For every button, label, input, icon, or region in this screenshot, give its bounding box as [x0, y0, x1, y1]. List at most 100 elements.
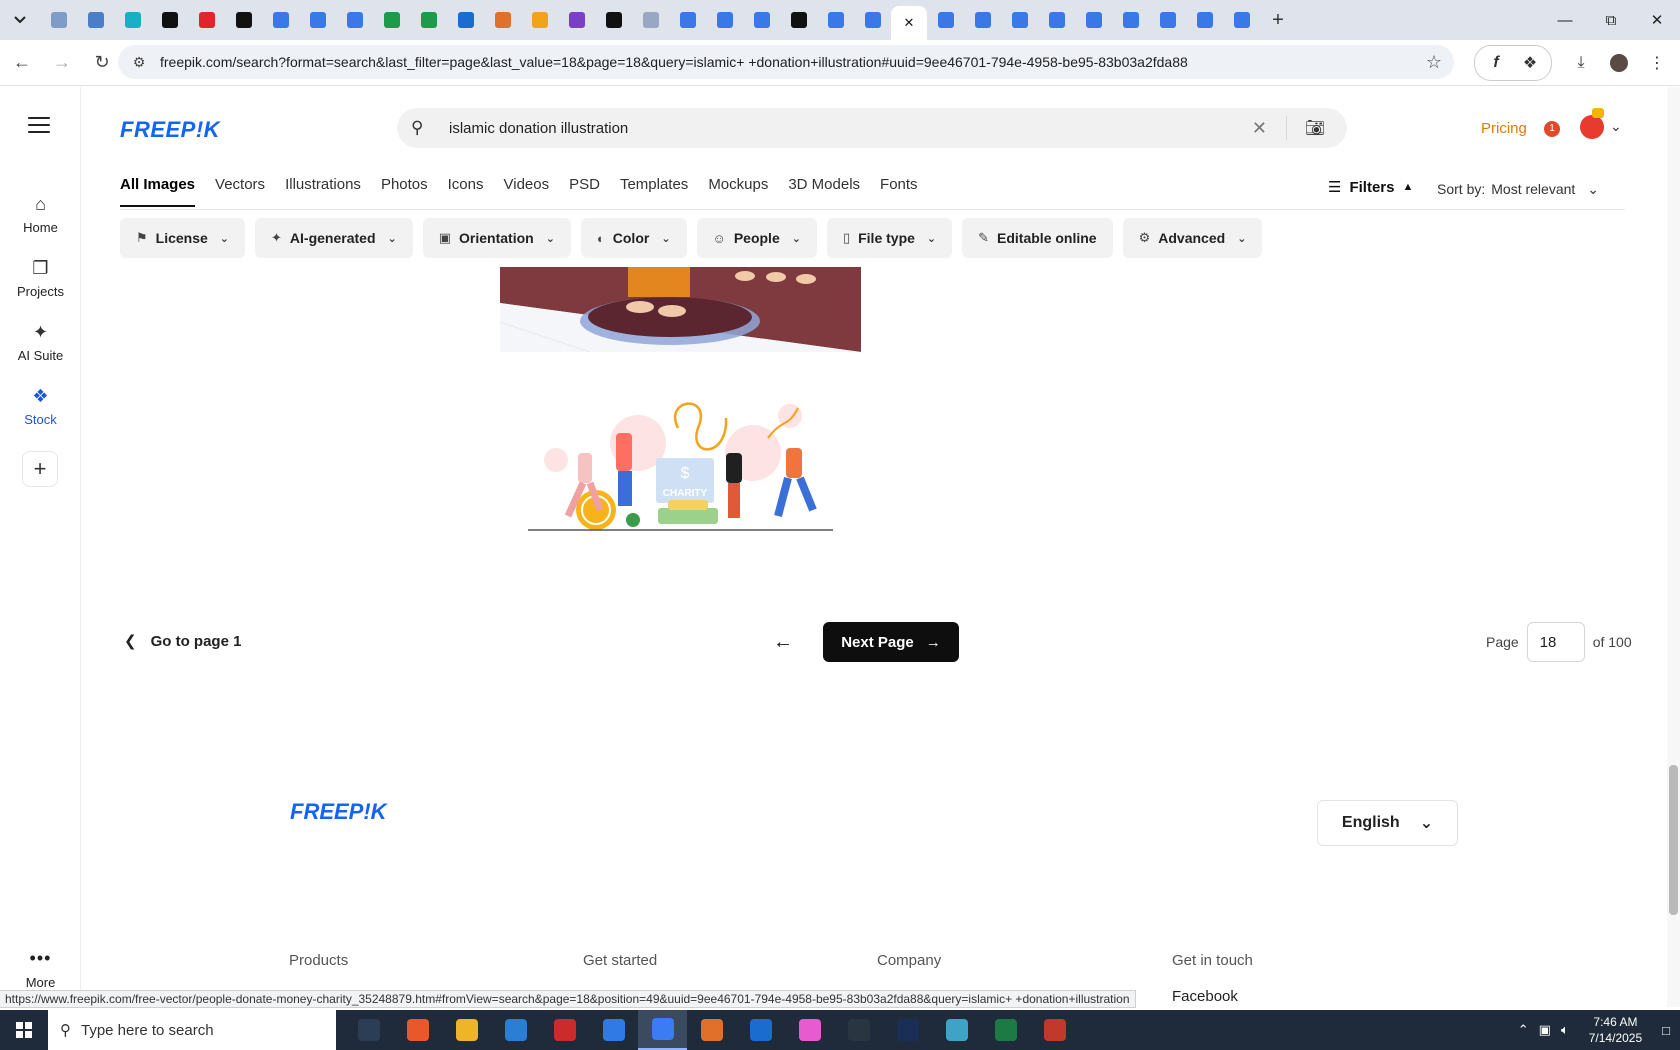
forward-icon[interactable]: →	[44, 45, 80, 81]
filter-chip-editable-online[interactable]: ✎ Editable online	[962, 218, 1113, 258]
sort-dropdown[interactable]: Sort by: Most relevant ⌄	[1437, 181, 1599, 198]
taskbar-app[interactable]	[981, 1010, 1030, 1050]
taskbar-app[interactable]	[785, 1010, 834, 1050]
rail-item-home[interactable]: ⌂ Home	[0, 194, 81, 235]
tab-psd[interactable]: PSD	[569, 176, 600, 207]
minimize-icon[interactable]: —	[1542, 0, 1588, 40]
browser-tab[interactable]	[632, 0, 669, 40]
browser-tab[interactable]	[743, 0, 780, 40]
network-icon[interactable]: ▣	[1539, 1022, 1551, 1038]
result-image-charity-donation[interactable]: $ CHARITY	[528, 398, 833, 538]
browser-tab[interactable]	[225, 0, 262, 40]
notification-badge[interactable]: 1	[1544, 121, 1560, 137]
taskbar-app[interactable]	[834, 1010, 883, 1050]
download-icon[interactable]: ⤓	[1564, 46, 1598, 80]
url-text[interactable]: freepik.com/search?format=search&last_fi…	[160, 54, 1188, 70]
filters-toggle-button[interactable]: ☰ Filters ▲	[1328, 178, 1413, 197]
close-tab-icon[interactable]: ✕	[904, 15, 915, 31]
tab-fonts[interactable]: Fonts	[880, 176, 918, 207]
tab-illustrations[interactable]: Illustrations	[285, 176, 361, 207]
tab-3d-models[interactable]: 3D Models	[788, 176, 860, 207]
search-input[interactable]: islamic donation illustration	[449, 120, 628, 137]
chevron-down-icon[interactable]: ⌄	[1610, 118, 1622, 135]
browser-tab[interactable]	[558, 0, 595, 40]
rail-more-button[interactable]: ••• More	[0, 948, 81, 990]
browser-tab[interactable]	[447, 0, 484, 40]
browser-tab[interactable]	[1112, 0, 1149, 40]
tab-videos[interactable]: Videos	[504, 176, 550, 207]
extension-f-icon[interactable]: f	[1479, 46, 1513, 80]
filter-chip-license[interactable]: ⚑ License ⌄	[120, 218, 246, 258]
taskbar-app[interactable]	[393, 1010, 442, 1050]
browser-tab[interactable]	[336, 0, 373, 40]
browser-tab[interactable]	[669, 0, 706, 40]
tab-templates[interactable]: Templates	[620, 176, 688, 207]
browser-tab[interactable]	[854, 0, 891, 40]
browser-tab[interactable]	[1186, 0, 1223, 40]
clear-search-icon[interactable]: ✕	[1252, 118, 1267, 139]
browser-tab[interactable]	[77, 0, 114, 40]
taskbar-app[interactable]	[589, 1010, 638, 1050]
reload-icon[interactable]: ↻	[84, 45, 120, 81]
address-bar[interactable]: ⚙ freepik.com/search?format=search&last_…	[118, 45, 1454, 79]
filter-chip-people[interactable]: ☺ People ⌄	[696, 218, 817, 258]
footer-link-facebook[interactable]: Facebook	[1172, 988, 1238, 1005]
camera-search-icon[interactable]: 📷︎	[1305, 118, 1325, 138]
taskbar-app[interactable]	[736, 1010, 785, 1050]
tab-photos[interactable]: Photos	[381, 176, 428, 207]
notifications-icon[interactable]: □	[1662, 1023, 1670, 1038]
filter-chip-advanced[interactable]: ⚙ Advanced ⌄	[1122, 218, 1263, 258]
language-select[interactable]: English ⌄	[1317, 800, 1458, 846]
browser-tab[interactable]	[1075, 0, 1112, 40]
restore-icon[interactable]: ⧉	[1588, 0, 1634, 40]
start-button[interactable]	[0, 1010, 48, 1050]
browser-tab[interactable]	[927, 0, 964, 40]
browser-tab[interactable]	[595, 0, 632, 40]
filter-chip-orientation[interactable]: ▣ Orientation ⌄	[422, 218, 571, 258]
browser-tab[interactable]	[1001, 0, 1038, 40]
taskbar-app[interactable]	[932, 1010, 981, 1050]
browser-tab[interactable]	[1038, 0, 1075, 40]
tab-mockups[interactable]: Mockups	[708, 176, 768, 207]
back-icon[interactable]: ←	[4, 45, 40, 81]
result-image-mosque-prayer[interactable]	[500, 267, 861, 352]
menu-hamburger-icon[interactable]	[28, 117, 50, 138]
taskbar-app[interactable]	[1030, 1010, 1079, 1050]
freepik-logo[interactable]: FREEP!K	[120, 117, 220, 143]
page-number-input[interactable]	[1526, 622, 1585, 662]
bookmark-star-icon[interactable]: ☆	[1426, 52, 1442, 73]
browser-tab[interactable]	[484, 0, 521, 40]
taskbar-app[interactable]	[491, 1010, 540, 1050]
previous-page-button[interactable]: ←	[764, 622, 802, 662]
extensions-puzzle-icon[interactable]: ❖	[1513, 46, 1547, 80]
browser-tab[interactable]	[964, 0, 1001, 40]
search-bar[interactable]: ⚲ islamic donation illustration ✕ 📷︎	[397, 108, 1347, 148]
tray-chevron-up-icon[interactable]: ⌃	[1518, 1022, 1529, 1038]
taskbar-app[interactable]	[344, 1010, 393, 1050]
profile-avatar-icon[interactable]	[1602, 46, 1636, 80]
tab-icons[interactable]: Icons	[448, 176, 484, 207]
tab-all-images[interactable]: All Images	[120, 176, 196, 207]
rail-item-ai-suite[interactable]: ✦ AI Suite	[0, 322, 81, 363]
filter-chip-color[interactable]: ◐ Color ⌄	[580, 218, 687, 258]
rail-item-stock[interactable]: ❖ Stock	[0, 386, 81, 427]
close-window-icon[interactable]: ✕	[1634, 0, 1680, 40]
filter-chip-file-type[interactable]: ▯ File type ⌄	[826, 218, 953, 258]
browser-menu-icon[interactable]: ⋮	[1640, 46, 1674, 80]
next-page-button[interactable]: Next Page →	[823, 622, 959, 662]
browser-tab[interactable]	[1223, 0, 1260, 40]
browser-tab[interactable]	[817, 0, 854, 40]
clock[interactable]: 7:46 AM 7/14/2025	[1589, 1014, 1642, 1046]
browser-tab[interactable]	[1149, 0, 1186, 40]
browser-tab[interactable]	[299, 0, 336, 40]
taskbar-app[interactable]	[540, 1010, 589, 1050]
browser-tab[interactable]	[114, 0, 151, 40]
taskbar-app[interactable]	[883, 1010, 932, 1050]
browser-tab[interactable]	[188, 0, 225, 40]
footer-logo[interactable]: FREEP!K	[290, 799, 387, 825]
taskbar-search[interactable]: ⚲ Type here to search	[48, 1010, 336, 1050]
add-button[interactable]: +	[22, 451, 58, 487]
browser-tab[interactable]	[373, 0, 410, 40]
pricing-link[interactable]: Pricing	[1481, 120, 1527, 137]
browser-tab[interactable]	[151, 0, 188, 40]
